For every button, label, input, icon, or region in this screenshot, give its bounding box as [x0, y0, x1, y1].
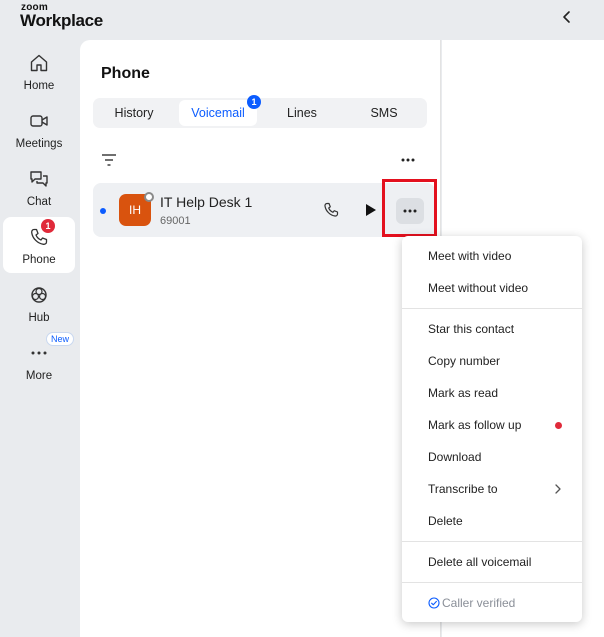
menu-item-transcribe-to[interactable]: Transcribe to [402, 474, 582, 504]
chevron-right-icon [555, 484, 561, 494]
nav-label-chat: Chat [26, 196, 52, 208]
home-icon [30, 54, 48, 72]
caller-number: 69001 [160, 215, 191, 227]
caller-name: IT Help Desk 1 [160, 194, 253, 210]
nav-item-chat[interactable]: Chat [3, 159, 75, 215]
phone-panel: Phone History Voicemail 1 Lines SMS IH I… [80, 40, 441, 637]
menu-item-label: Transcribe to [428, 482, 498, 496]
chat-icon [30, 171, 48, 187]
context-menu: Meet with video Meet without video Star … [402, 236, 582, 622]
nav-item-phone[interactable]: 1 Phone [3, 217, 75, 273]
menu-item-label: Star this contact [428, 322, 515, 336]
menu-item-download[interactable]: Download [402, 442, 582, 472]
nav-label-meetings: Meetings [15, 138, 63, 150]
nav-label-phone: Phone [22, 254, 56, 266]
menu-item-label: Mark as follow up [428, 418, 522, 432]
voicemail-row[interactable]: IH IT Help Desk 1 69001 [93, 183, 435, 237]
nav-item-hub[interactable]: Hub [3, 275, 75, 331]
presence-status-icon [144, 192, 154, 202]
tab-sms-label: SMS [370, 106, 398, 120]
menu-divider [402, 541, 582, 542]
more-dots-icon [403, 209, 417, 213]
menu-item-label: Copy number [428, 354, 501, 368]
tab-lines-label: Lines [287, 106, 317, 120]
menu-item-mark-as-read[interactable]: Mark as read [402, 378, 582, 408]
new-badge: New [46, 332, 75, 346]
nav-label-home: Home [23, 80, 55, 92]
logo-workplace: Workplace [20, 11, 103, 30]
menu-item-mark-follow-up[interactable]: Mark as follow up [402, 410, 582, 440]
tab-history[interactable]: History [97, 100, 171, 126]
filter-icon[interactable] [101, 153, 117, 167]
tab-sms[interactable]: SMS [347, 100, 421, 126]
page-title: Phone [101, 65, 150, 82]
voicemail-badge: 1 [247, 95, 261, 109]
hub-icon [31, 287, 47, 303]
tab-voicemail-label: Voicemail [191, 106, 245, 120]
menu-item-star-contact[interactable]: Star this contact [402, 314, 582, 344]
video-camera-icon [30, 115, 48, 127]
menu-item-label: Mark as read [428, 386, 499, 400]
menu-item-delete[interactable]: Delete [402, 506, 582, 536]
avatar-initials: IH [129, 203, 141, 217]
sidebar-nav: Home Meetings Chat 1 Phone Hub More New [0, 40, 80, 637]
menu-item-meet-with-video[interactable]: Meet with video [402, 241, 582, 271]
nav-label-more: More [25, 370, 53, 382]
menu-item-label: Delete all voicemail [428, 555, 532, 569]
call-back-icon[interactable] [322, 201, 340, 219]
chevron-left-icon[interactable] [558, 8, 576, 26]
nav-label-hub: Hub [28, 312, 50, 324]
menu-item-label: Delete [428, 514, 463, 528]
menu-item-label: Meet with video [428, 249, 512, 263]
caller-verified-status: Caller verified [402, 588, 582, 618]
menu-divider [402, 308, 582, 309]
follow-up-dot [555, 422, 562, 429]
nav-item-home[interactable]: Home [3, 43, 75, 99]
row-more-button[interactable] [396, 198, 424, 224]
title-bar: zoom Workplace [0, 0, 604, 40]
more-options-icon[interactable] [400, 152, 416, 168]
menu-item-label: Meet without video [428, 281, 529, 295]
unread-indicator [100, 208, 106, 214]
tab-history-label: History [114, 106, 154, 120]
tab-voicemail[interactable]: Voicemail 1 [179, 95, 261, 126]
verified-check-icon [428, 597, 440, 609]
menu-item-meet-without-video[interactable]: Meet without video [402, 273, 582, 303]
verified-label: Caller verified [442, 596, 516, 610]
nav-item-meetings[interactable]: Meetings [3, 101, 75, 157]
phone-badge: 1 [41, 219, 55, 233]
tab-lines[interactable]: Lines [265, 100, 339, 126]
more-dots-icon [31, 351, 47, 355]
menu-item-delete-all-voicemail[interactable]: Delete all voicemail [402, 547, 582, 577]
phone-tabs: History Voicemail 1 Lines SMS [93, 95, 427, 128]
play-icon[interactable] [364, 202, 378, 218]
menu-item-copy-number[interactable]: Copy number [402, 346, 582, 376]
menu-divider [402, 582, 582, 583]
menu-item-label: Download [428, 450, 482, 464]
